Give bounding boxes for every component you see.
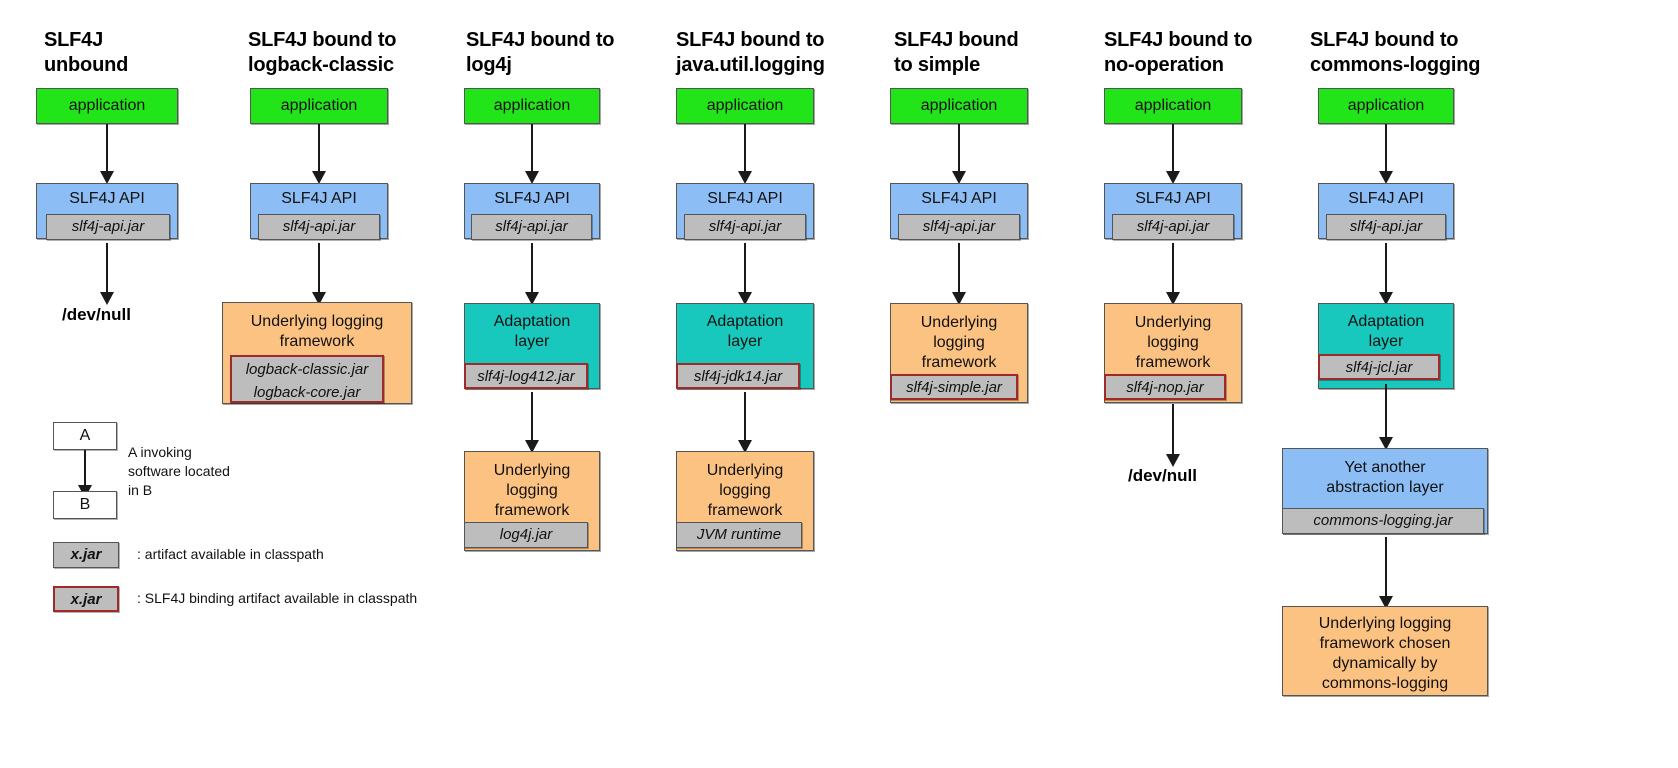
legend-arrow: [78, 450, 92, 498]
legend-artifact-description: : artifact available in classpath: [137, 546, 324, 562]
arrow-adaptation-to-framework: [525, 392, 539, 453]
legend-binding-artifact-chip: x.jar: [53, 586, 119, 612]
arrow-api-to-framework: [1166, 243, 1180, 305]
jar-slf4j-api: slf4j-api.jar: [46, 214, 170, 240]
node-label: Adaptation layer: [1347, 313, 1425, 350]
node-label: SLF4J API: [921, 190, 997, 207]
node-label: Underlying logging framework: [1134, 314, 1212, 371]
node-label: application: [68, 97, 146, 114]
jar-slf4j-simple-binding: slf4j-simple.jar: [890, 374, 1018, 400]
node-label: application: [706, 97, 784, 114]
node-label: Underlying logging framework: [493, 462, 571, 519]
arrow-adaptation-to-framework: [738, 392, 752, 453]
terminal-devnull-nop: /dev/null: [1128, 466, 1197, 485]
arrow-application-to-api: [1379, 124, 1393, 184]
node-label: SLF4J API: [1135, 190, 1211, 207]
arrow-application-to-api: [312, 124, 326, 184]
jar-slf4j-api: slf4j-api.jar: [471, 214, 592, 240]
node-label: Underlying logging framework chosen dyna…: [1318, 615, 1452, 692]
node-label: Adaptation layer: [493, 313, 571, 350]
column-title-commons-logging: SLF4J bound to commons-logging: [1310, 29, 1481, 76]
jar-log4j: log4j.jar: [464, 522, 588, 548]
arrow-api-to-devnull: [100, 243, 114, 305]
node-application-jul: application: [676, 88, 814, 124]
node-label: application: [920, 97, 998, 114]
legend-relation-description: A invoking software located in B: [128, 444, 230, 498]
arrow-framework-to-devnull: [1166, 404, 1180, 467]
node-label: SLF4J API: [707, 190, 783, 207]
arrow-application-to-api: [525, 124, 539, 184]
jar-slf4j-api: slf4j-api.jar: [684, 214, 806, 240]
node-application-jcl: application: [1318, 88, 1454, 124]
node-application-unbound: application: [36, 88, 178, 124]
arrow-api-to-framework: [952, 243, 966, 305]
arrow-api-to-adaptation: [525, 243, 539, 305]
node-label: SLF4J API: [69, 190, 145, 207]
node-label: SLF4J API: [1348, 190, 1424, 207]
arrow-application-to-api: [1166, 124, 1180, 184]
jar-commons-logging: commons-logging.jar: [1282, 508, 1484, 534]
node-label: application: [280, 97, 358, 114]
node-label: application: [1134, 97, 1212, 114]
jar-slf4j-api: slf4j-api.jar: [898, 214, 1020, 240]
diagram-canvas: SLF4J unbound application SLF4J API slf4…: [0, 0, 1678, 768]
jar-slf4j-nop-binding: slf4j-nop.jar: [1104, 374, 1226, 400]
node-label: Adaptation layer: [706, 313, 784, 350]
jar-slf4j-jdk14-binding: slf4j-jdk14.jar: [676, 363, 800, 389]
arrow-api-to-adaptation: [1379, 243, 1393, 305]
node-label: application: [493, 97, 571, 114]
arrow-application-to-api: [100, 124, 114, 184]
column-title-simple: SLF4J bound to simple: [894, 29, 1019, 76]
terminal-devnull-unbound: /dev/null: [62, 305, 131, 324]
node-application-logback: application: [250, 88, 388, 124]
jar-jvm-runtime: JVM runtime: [676, 522, 802, 548]
jar-slf4j-api: slf4j-api.jar: [258, 214, 380, 240]
arrow-abstraction-to-framework: [1379, 537, 1393, 609]
node-application-log4j: application: [464, 88, 600, 124]
node-label: Underlying logging framework: [920, 314, 998, 371]
arrow-adaptation-to-abstraction: [1379, 384, 1393, 450]
arrow-api-to-framework: [312, 243, 326, 305]
arrow-application-to-api: [738, 124, 752, 184]
node-label: application: [1347, 97, 1425, 114]
jar-slf4j-jcl-binding: slf4j-jcl.jar: [1318, 354, 1440, 380]
jar-slf4j-api: slf4j-api.jar: [1326, 214, 1446, 240]
legend-node-a: A: [53, 422, 117, 450]
node-label: Underlying logging framework: [250, 313, 384, 350]
legend-binding-artifact-description: : SLF4J binding artifact available in cl…: [137, 590, 418, 606]
column-title-jul: SLF4J bound to java.util.logging: [676, 29, 825, 76]
legend-artifact-chip: x.jar: [53, 542, 119, 568]
column-title-nop: SLF4J bound to no-operation: [1104, 29, 1253, 76]
arrow-api-to-adaptation: [738, 243, 752, 305]
legend-node-b: B: [53, 491, 117, 519]
node-label: Yet another abstraction layer: [1326, 459, 1444, 496]
node-application-nop: application: [1104, 88, 1242, 124]
jar-logback-binding: logback-classic.jar logback-core.jar: [230, 355, 384, 403]
arrow-application-to-api: [952, 124, 966, 184]
column-title-log4j: SLF4J bound to log4j: [466, 29, 615, 76]
jar-slf4j-api: slf4j-api.jar: [1112, 214, 1234, 240]
jar-slf4j-log4j-binding: slf4j-log412.jar: [464, 363, 588, 389]
node-application-simple: application: [890, 88, 1028, 124]
column-title-unbound: SLF4J unbound: [44, 29, 129, 76]
node-label: SLF4J API: [281, 190, 357, 207]
column-title-logback-classic: SLF4J bound to logback-classic: [248, 29, 397, 76]
node-label: Underlying logging framework: [706, 462, 784, 519]
node-label: SLF4J API: [494, 190, 570, 207]
node-underlying-framework-jcl: Underlying logging framework chosen dyna…: [1282, 606, 1488, 696]
